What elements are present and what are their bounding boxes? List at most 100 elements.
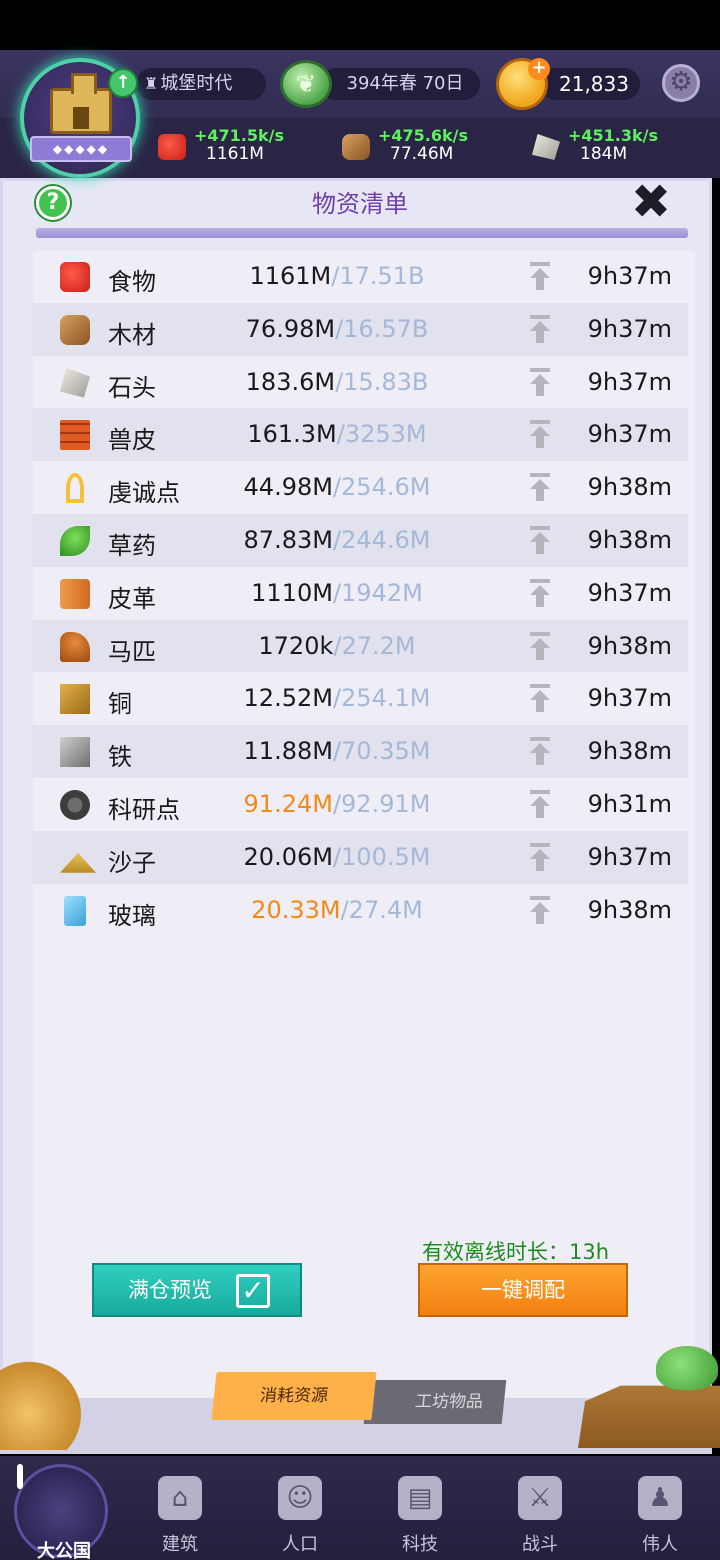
herb-icon (60, 525, 90, 556)
fill-time: 9h38m (587, 631, 672, 660)
food-amount: 1161M (206, 144, 264, 164)
resource-capacity: /70.35M (332, 737, 431, 766)
list-item: 石头 183.6M/15.83B 9h37m (32, 356, 688, 409)
food-rate-value: +471.5k/s (194, 126, 285, 145)
fill-time: 9h37m (587, 842, 672, 871)
tab-workshop-items[interactable]: 工坊物品 (363, 1380, 507, 1424)
upgrade-arrow-icon[interactable]: ↑ (108, 68, 138, 98)
upgrade-arrow-icon[interactable] (528, 737, 552, 767)
resource-capacity: /244.6M (332, 525, 431, 554)
resource-current: 1720k (258, 631, 334, 660)
nav-item-battle[interactable]: ⚔ 战斗 (490, 1476, 590, 1556)
resource-name: 石头 (108, 373, 156, 402)
gear-icon[interactable]: ⚙ (662, 64, 700, 102)
fill-time: 9h31m (587, 789, 672, 818)
kingdom-icon (17, 1464, 23, 1489)
apple-icon (158, 134, 186, 160)
upgrade-arrow-icon[interactable] (528, 684, 552, 714)
house-icon: ⌂ (158, 1476, 202, 1520)
resource-current: 20.33M (251, 895, 341, 924)
upgrade-arrow-icon[interactable] (528, 895, 552, 926)
resource-capacity: /92.91M (332, 789, 431, 818)
resource-capacity: /1942M (332, 578, 423, 607)
resource-capacity: /27.4M (340, 895, 423, 924)
sand-icon (60, 852, 96, 873)
castle-icon (50, 73, 112, 134)
resource-quantity: 44.98M/254.6M (182, 473, 492, 501)
upgrade-arrow-icon[interactable] (528, 789, 552, 820)
date-label: 394年春 70日 (346, 73, 464, 94)
glass-icon (64, 895, 86, 926)
upgrade-arrow-icon[interactable] (528, 420, 552, 450)
status-bar (0, 0, 720, 50)
list-item: 虔诚点 44.98M/254.6M 9h38m (32, 461, 688, 514)
resource-quantity: 91.24M/92.91M (182, 790, 492, 818)
nav-label: 建筑 (162, 1534, 198, 1555)
upgrade-arrow-icon[interactable] (528, 314, 552, 345)
resource-current: 1161M (249, 262, 332, 290)
resource-quantity: 20.33M/27.4M (182, 896, 492, 924)
upgrade-arrow-icon[interactable] (528, 525, 552, 556)
wood-rate-value: +475.6k/s (378, 126, 469, 145)
upgrade-arrow-icon[interactable] (528, 578, 552, 609)
upgrade-arrow-icon[interactable] (528, 842, 552, 873)
wood-icon (60, 314, 90, 345)
stone-rate-value: +451.3k/s (568, 126, 659, 145)
leaf-icon[interactable]: ❦ (280, 60, 332, 108)
tab-consume-resources[interactable]: 消耗资源 (211, 1372, 377, 1420)
fill-time: 9h37m (587, 314, 672, 343)
avatar-ribbon: ◆◆◆◆◆ (30, 136, 132, 162)
panel-title: 物资清单 (312, 190, 408, 218)
list-item: 兽皮 161.3M/3253M 9h37m (32, 408, 688, 462)
resource-capacity: /254.6M (332, 473, 431, 502)
list-item: 马匹 1720k/27.2M 9h38m (32, 619, 688, 673)
resource-quantity: 1110M/1942M (182, 579, 492, 607)
resource-name: 兽皮 (108, 426, 156, 455)
wood-rate: +475.6k/s 77.46M (342, 126, 502, 166)
coin-amount: 21,833 (559, 72, 629, 96)
nav-item-population[interactable]: ☺ 人口 (250, 1476, 350, 1556)
nav-item-great-people[interactable]: ♟ 伟人 (610, 1476, 710, 1556)
resource-name: 沙子 (108, 848, 156, 877)
resource-name: 铜 (108, 690, 132, 719)
resource-current: 44.98M (243, 473, 333, 502)
nav-item-buildings[interactable]: ⌂ 建筑 (130, 1476, 230, 1556)
upgrade-arrow-icon[interactable] (528, 262, 552, 292)
sack-decoration (0, 1360, 96, 1450)
resource-quantity: 20.06M/100.5M (182, 843, 492, 871)
stone-amount: 184M (580, 144, 628, 164)
resource-name: 科研点 (108, 795, 180, 824)
resource-name: 皮革 (108, 584, 156, 613)
resource-current: 76.98M (245, 314, 336, 343)
full-storage-preview-button[interactable]: 满仓预览 ✓ (92, 1263, 302, 1317)
era-pill[interactable]: ♜ 城堡时代 (136, 68, 266, 100)
add-coins-icon[interactable]: + (528, 58, 550, 80)
list-item: 食物 1161M/17.51B 9h37m (32, 250, 688, 303)
auto-allocate-button[interactable]: 一键调配 (418, 1263, 628, 1317)
fill-time: 9h37m (587, 684, 672, 713)
tab-consume-label: 消耗资源 (258, 1386, 330, 1406)
hide-icon (60, 420, 90, 451)
close-icon[interactable]: ✖ (628, 178, 674, 226)
fill-time: 9h38m (587, 737, 672, 766)
upgrade-arrow-icon[interactable] (528, 631, 552, 662)
fill-time: 9h37m (587, 420, 672, 449)
list-item: 沙子 20.06M/100.5M 9h37m (32, 830, 688, 884)
stone-rate: +451.3k/s 184M (532, 126, 692, 166)
checkbox-icon: ✓ (236, 1274, 270, 1308)
era-label: 城堡时代 (160, 73, 233, 94)
resource-current: 1110M (251, 578, 333, 607)
resource-quantity: 183.6M/15.83B (182, 368, 492, 396)
upgrade-arrow-icon[interactable] (528, 473, 552, 503)
resource-quantity: 1161M/17.51B (182, 262, 492, 290)
resource-current: 161.3M (247, 420, 337, 449)
resource-current: 87.83M (243, 525, 333, 554)
nav-item-kingdom[interactable]: 大公国 (14, 1464, 108, 1560)
horse-icon (60, 631, 90, 662)
list-item: 皮革 1110M/1942M 9h37m (32, 567, 688, 620)
fill-time: 9h37m (587, 367, 672, 396)
resource-name: 玻璃 (108, 901, 156, 930)
upgrade-arrow-icon[interactable] (528, 367, 552, 398)
nav-item-technology[interactable]: ▤ 科技 (370, 1476, 470, 1556)
allocate-button-label: 一键调配 (481, 1278, 565, 1302)
